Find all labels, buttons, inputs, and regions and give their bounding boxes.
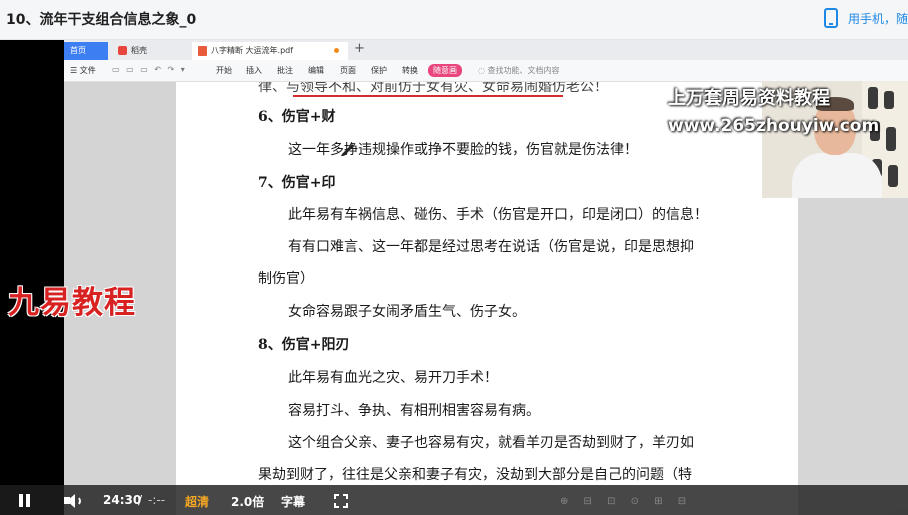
menu-file[interactable]: ☰ 文件	[70, 65, 96, 76]
search-input[interactable]: ◌ 查找功能、文档内容	[478, 65, 560, 76]
pen-cursor-icon	[341, 144, 354, 156]
new-tab-button[interactable]: +	[354, 41, 365, 56]
player-control-bar: 24:30 / -:-- 超清 2.0倍 字幕 ⊕ ⊟ ⊡ ⊙ ⊞ ⊟	[0, 485, 908, 515]
tab-pdf-document[interactable]: 八字精断 大运流年.pdf	[192, 42, 348, 60]
red-underline-annotation	[293, 95, 563, 97]
document-paragraph: 容易打斗、争执、有相刑相害容易有病。	[288, 403, 540, 419]
tab-pdf-label: 八字精断 大运流年.pdf	[211, 46, 294, 55]
page-header: 10、流年干支组合信息之象_0 用手机，随	[0, 0, 908, 40]
document-paragraph: 此年易有车祸信息、碰伤、手术（伤官是开口，印是闭口）的信息！	[288, 207, 708, 223]
wps-menu-bar: ☰ 文件 ▭ ▭ ▭ ↶ ↷ ▾ 开始 插入 批注 编辑 页面 保护 转换 随意…	[64, 60, 908, 82]
time-separator: /	[138, 493, 143, 507]
speed-button[interactable]: 2.0倍	[231, 493, 264, 510]
watermark-title: 上万套周易资料教程	[668, 88, 830, 109]
document-paragraph: 有有口难言、这一年都是经过思考在说话（伤官是说，印是思想抑	[288, 239, 694, 255]
tab-home[interactable]: 首页	[64, 42, 108, 60]
document-paragraph: 女命容易跟子女闹矛盾生气、伤子女。	[288, 304, 526, 320]
pdf-page[interactable]: 律、与领导不和、对前仿于女有灾、女命易闹婚仿老公！ 6、伤官+财 这一年多挣违规…	[176, 82, 798, 515]
menu-page[interactable]: 页面	[340, 65, 356, 76]
document-paragraph: 制伤官）	[258, 271, 314, 287]
menu-draw-button[interactable]: 随意画	[428, 64, 462, 77]
current-time: 24:30	[103, 493, 142, 507]
quick-tools[interactable]: ▭ ▭ ▭ ↶ ↷ ▾	[112, 65, 187, 74]
wps-tab-bar: 首页 稻壳 八字精断 大运流年.pdf +	[64, 40, 908, 60]
docer-icon	[118, 46, 127, 55]
document-paragraph: 此年易有血光之灾、易开刀手术！	[288, 370, 498, 386]
menu-edit[interactable]: 编辑	[308, 65, 324, 76]
watermark-url: www.265zhouyiw.com	[668, 116, 880, 136]
fullscreen-icon[interactable]	[334, 494, 348, 508]
section-heading: 8、伤官+阳刃	[258, 337, 350, 353]
watermark-left: 九易教程	[8, 285, 136, 321]
tab-docer[interactable]: 稻壳	[112, 42, 182, 60]
pdf-statusbar-ghost: ⊕ ⊟ ⊡ ⊙ ⊞ ⊟	[560, 496, 693, 507]
unsaved-dot-icon	[334, 48, 339, 53]
document-paragraph: 果劫到财了，往往是父亲和妻子有灾，没劫到大部分是自己的问题（特	[258, 467, 692, 483]
pause-icon[interactable]	[19, 494, 31, 507]
watch-on-phone-label: 用手机，随	[847, 11, 908, 26]
phone-icon	[823, 8, 838, 28]
document-line-partial: 律、与领导不和、对前仿于女有灾、女命易闹婚仿老公！	[258, 82, 608, 95]
quality-button[interactable]: 超清	[185, 493, 209, 510]
video-title: 10、流年干支组合信息之象_0	[6, 12, 197, 28]
menu-start[interactable]: 开始	[216, 65, 232, 76]
menu-convert[interactable]: 转换	[402, 65, 418, 76]
section-heading: 6、伤官+财	[258, 109, 336, 125]
presenter-body	[792, 153, 882, 198]
tab-docer-label: 稻壳	[131, 46, 147, 55]
watch-on-phone-link[interactable]: 用手机，随	[823, 8, 908, 28]
video-player[interactable]: 首页 稻壳 八字精断 大运流年.pdf + ☰ 文件 ▭ ▭ ▭ ↶ ↷ ▾ 开…	[0, 40, 908, 515]
volume-icon[interactable]	[64, 494, 82, 508]
menu-protect[interactable]: 保护	[371, 65, 387, 76]
subtitle-button[interactable]: 字幕	[281, 493, 305, 510]
document-paragraph: 这个组合父亲、妻子也容易有灾，就看羊刃是否劫到财了，羊刃如	[288, 435, 694, 451]
menu-annotate[interactable]: 批注	[277, 65, 293, 76]
pdf-icon	[198, 45, 207, 56]
menu-insert[interactable]: 插入	[246, 65, 262, 76]
section-heading: 7、伤官+印	[258, 175, 336, 191]
total-time: -:--	[148, 493, 166, 507]
